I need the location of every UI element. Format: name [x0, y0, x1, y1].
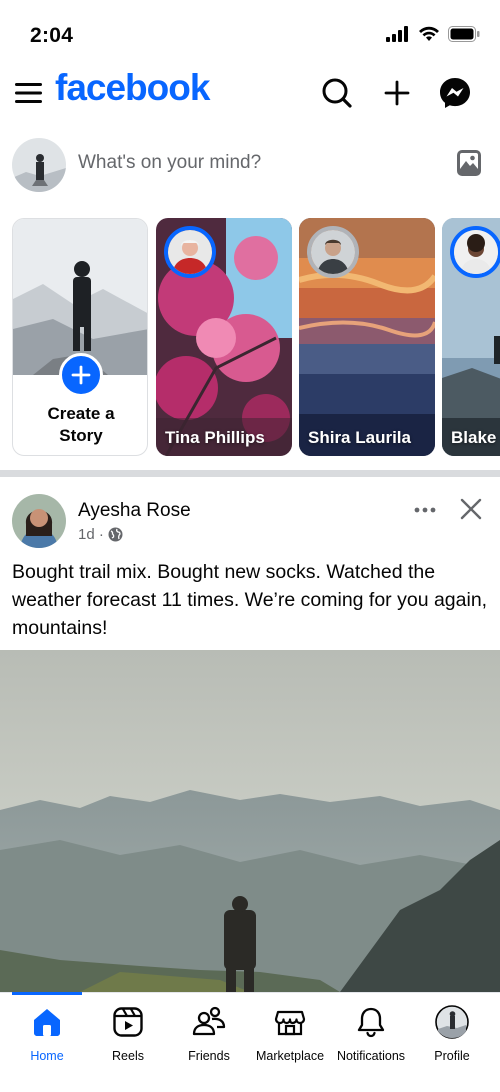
tab-label: Reels: [112, 1049, 144, 1063]
top-nav: facebook: [0, 62, 500, 124]
status-input[interactable]: What's on your mind?: [78, 152, 261, 174]
more-options-icon[interactable]: [412, 502, 438, 518]
search-button[interactable]: [320, 76, 354, 110]
marketplace-icon: [274, 1010, 306, 1036]
profile-avatar: [435, 1005, 469, 1039]
post-image[interactable]: [0, 650, 500, 992]
story-card[interactable]: Blake: [442, 218, 500, 456]
battery-icon: [448, 26, 480, 42]
tab-profile[interactable]: Profile: [410, 1005, 494, 1075]
tab-friends[interactable]: Friends: [167, 1005, 251, 1075]
post-author-image: [12, 494, 66, 548]
reels-icon: [113, 1007, 143, 1037]
tab-reels[interactable]: Reels: [86, 1005, 170, 1075]
story-author-name: Shira Laurila: [308, 428, 411, 447]
signal-icon: [386, 26, 408, 42]
wifi-icon: [419, 26, 439, 41]
story-author-name: Blake: [451, 428, 497, 447]
tab-label: Home: [30, 1049, 64, 1063]
story-author-image: [454, 230, 498, 274]
photo-icon[interactable]: [456, 148, 482, 178]
story-author-image: [311, 230, 355, 274]
status-time: 2:04: [30, 24, 74, 47]
post-author-name[interactable]: Ayesha Rose: [78, 500, 191, 522]
post-composer: What's on your mind?: [0, 130, 500, 200]
story-author-avatar: [450, 226, 500, 278]
menu-icon[interactable]: [14, 78, 44, 108]
create-story-image: [13, 219, 147, 375]
story-author-avatar: [164, 226, 216, 278]
user-avatar-image: [12, 138, 66, 192]
tab-label: Notifications: [336, 1049, 406, 1063]
tab-marketplace[interactable]: Marketplace: [248, 1005, 332, 1075]
create-story-label: Create a Story: [47, 404, 115, 445]
tab-label: Friends: [188, 1049, 230, 1063]
tab-home[interactable]: Home: [5, 1005, 89, 1075]
messenger-button[interactable]: [438, 76, 472, 110]
status-bar: 2:04: [0, 0, 500, 62]
plus-icon: [384, 80, 410, 106]
story-card[interactable]: Tina Phillips: [156, 218, 292, 456]
status-icons: [386, 26, 480, 42]
home-icon: [34, 1009, 60, 1036]
search-icon: [322, 78, 352, 108]
post-text: Bought trail mix. Bought new socks. Watc…: [12, 561, 488, 639]
active-tab-indicator: [12, 992, 82, 995]
messenger-icon: [440, 78, 470, 108]
tab-label: Marketplace: [255, 1049, 325, 1063]
plus-icon: [71, 365, 91, 385]
stories-tray: Create a Story Tina Phillips Shira Lauri…: [0, 218, 500, 458]
bell-icon: [357, 1007, 385, 1038]
user-avatar[interactable]: [12, 138, 66, 192]
bottom-tab-bar: Home Reels Friends Marketplace Notificat…: [0, 992, 500, 1092]
tab-notifications[interactable]: Notifications: [329, 1005, 413, 1075]
story-author-name: Tina Phillips: [165, 428, 265, 447]
post-meta: 1d ·: [78, 526, 123, 543]
post-timestamp[interactable]: 1d ·: [78, 526, 104, 543]
post-photo: [0, 650, 500, 992]
post-author-avatar[interactable]: [12, 494, 66, 548]
tab-label: Profile: [434, 1049, 470, 1063]
post-header: Ayesha Rose 1d ·: [0, 478, 500, 558]
friends-icon: [192, 1006, 226, 1036]
story-author-avatar: [307, 226, 359, 278]
create-story-plus-button[interactable]: [59, 353, 103, 397]
story-author-image: [168, 230, 212, 274]
create-button[interactable]: [380, 76, 414, 110]
facebook-logo[interactable]: facebook: [55, 67, 210, 109]
section-divider: [0, 470, 500, 477]
story-card[interactable]: Shira Laurila: [299, 218, 435, 456]
create-story-card[interactable]: Create a Story: [12, 218, 148, 456]
globe-icon: [108, 527, 123, 542]
close-icon[interactable]: [458, 496, 484, 522]
